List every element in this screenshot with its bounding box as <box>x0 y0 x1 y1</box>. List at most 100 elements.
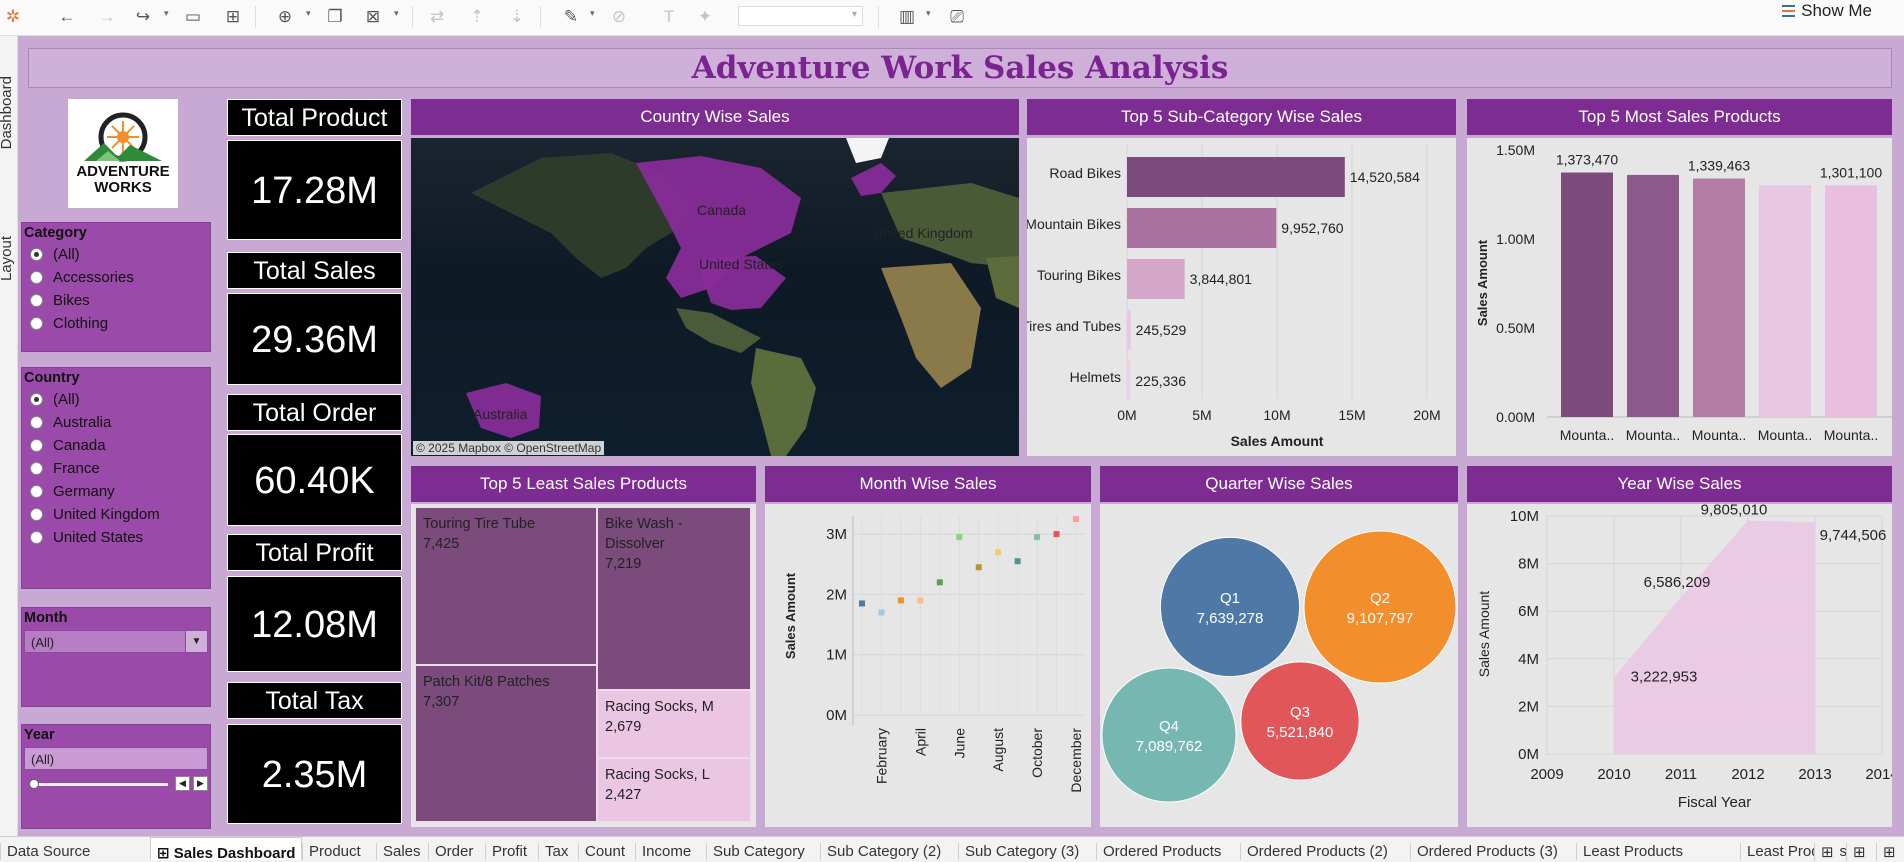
radio-icon[interactable] <box>30 485 43 498</box>
year-slider-handle[interactable] <box>29 779 39 789</box>
radio-icon[interactable] <box>30 508 43 521</box>
country-option-united-kingdom[interactable]: United Kingdom <box>22 503 210 526</box>
duplicate-sheet-icon[interactable]: ❐ <box>322 4 348 30</box>
country-wise-sales-map[interactable]: Canada United States United Kingdom Aust… <box>411 138 1019 456</box>
radio-icon[interactable] <box>30 531 43 544</box>
redo-icon[interactable]: → <box>94 4 120 30</box>
bar[interactable] <box>1127 361 1131 401</box>
data-point[interactable] <box>1053 531 1060 538</box>
radio-icon[interactable] <box>30 439 43 452</box>
country-option-all[interactable]: (All) <box>22 388 210 411</box>
data-point[interactable] <box>897 597 904 604</box>
top-products-bar-chart[interactable]: 0.00M 0.50M 1.00M 1.50M Mounta.. 1,373,470 Mou… <box>1467 138 1892 456</box>
treemap-cell[interactable]: Racing Socks, L 2,427 <box>597 758 751 822</box>
data-point[interactable] <box>1073 516 1079 523</box>
new-worksheet-tab-icon[interactable]: ⊞ <box>1814 843 1840 861</box>
country-option-australia[interactable]: Australia <box>22 411 210 434</box>
sheet-tab-ordered-products-2-[interactable]: Ordered Products (2) <box>1240 843 1394 860</box>
side-tab-dashboard[interactable]: Dashboard <box>0 76 20 149</box>
top-products-chart[interactable]: 0.00M 0.50M 1.00M 1.50M Mounta.. 1,373,470 Mou… <box>1467 138 1892 456</box>
fit-select[interactable] <box>738 6 863 26</box>
data-point[interactable] <box>975 564 982 571</box>
chart-type-dropdown-icon[interactable]: ▾ <box>926 8 931 19</box>
chevron-down-icon[interactable]: ▼ <box>185 631 207 652</box>
sheet-tab-sales[interactable]: Sales <box>376 843 427 860</box>
month-dropdown[interactable]: (All) ▼ <box>24 630 208 653</box>
presentation-icon[interactable]: ⎚ <box>944 4 970 30</box>
new-data-source-icon[interactable]: ⊞ <box>220 4 246 30</box>
new-story-tab-icon[interactable]: ⊞ <box>1876 843 1902 861</box>
sheet-tab-order[interactable]: Order <box>428 843 479 860</box>
bubble[interactable] <box>1240 661 1360 781</box>
subcategory-bar-chart[interactable]: 0M 5M 10M 15M 20M Road Bikes 14,520,584 Mountai… <box>1027 138 1456 456</box>
sheet-tab-tax[interactable]: Tax <box>538 843 574 860</box>
bar[interactable] <box>1127 310 1131 350</box>
bubble[interactable] <box>1159 536 1301 678</box>
quarter-sales-chart[interactable]: Q1 7,639,278 Q2 9,107,797 Q3 5,521,840 Q4 7,089… <box>1100 504 1458 827</box>
new-dashboard-tab-icon[interactable]: ⊞ <box>1846 843 1872 861</box>
previous-year-icon[interactable]: ◀ <box>175 776 190 791</box>
bar[interactable] <box>1693 178 1745 417</box>
area-series[interactable] <box>1614 520 1815 754</box>
category-option-bikes[interactable]: Bikes <box>22 289 210 312</box>
bubble[interactable] <box>1101 667 1237 803</box>
sort-descending-icon[interactable]: ⇣ <box>504 4 530 30</box>
category-option-accessories[interactable]: Accessories <box>22 266 210 289</box>
pin-icon[interactable]: ✦ <box>692 4 718 30</box>
year-slider-track[interactable] <box>32 783 168 786</box>
tableau-logo-icon[interactable]: ✲ <box>0 4 26 30</box>
sheet-tab-sub-category[interactable]: Sub Category <box>706 843 811 860</box>
country-option-france[interactable]: France <box>22 457 210 480</box>
sheet-tab-sub-category-3-[interactable]: Sub Category (3) <box>958 843 1085 860</box>
category-option-all[interactable]: (All) <box>22 243 210 266</box>
sheet-tab-least-products[interactable]: Least Products <box>1576 843 1689 860</box>
side-tab-layout[interactable]: Layout <box>0 236 20 281</box>
bubble[interactable] <box>1303 530 1457 684</box>
swap-icon[interactable]: ⇄ <box>424 4 450 30</box>
country-option-germany[interactable]: Germany <box>22 480 210 503</box>
country-option-united-states[interactable]: United States <box>22 526 210 549</box>
year-input[interactable]: (All) <box>24 747 208 770</box>
month-sales-chart[interactable]: 0M 1M 2M 3M February April June August October De… <box>765 504 1091 827</box>
month-scatter-chart[interactable]: 0M 1M 2M 3M February April June August October De… <box>765 504 1091 827</box>
least-products-treemap[interactable]: Touring Tire Tube 7,425 Bike Wash - Diss… <box>411 504 756 827</box>
replay-dropdown-icon[interactable]: ▾ <box>164 8 169 19</box>
quarter-bubble-chart[interactable]: Q1 7,639,278 Q2 9,107,797 Q3 5,521,840 Q4 7,089… <box>1100 504 1458 827</box>
data-point[interactable] <box>1014 558 1021 565</box>
bar[interactable] <box>1127 157 1345 197</box>
clear-sheet-icon[interactable]: ⊠ <box>360 4 386 30</box>
highlight-dropdown-icon[interactable]: ▾ <box>590 8 595 19</box>
radio-icon[interactable] <box>30 271 43 284</box>
data-point[interactable] <box>917 597 924 604</box>
sheet-tab-data-source[interactable]: Data Source <box>0 843 96 860</box>
sheet-tab-profit[interactable]: Profit <box>485 843 533 860</box>
bar[interactable] <box>1127 208 1277 248</box>
treemap-cell[interactable]: Touring Tire Tube 7,425 <box>415 507 597 665</box>
next-year-icon[interactable]: ▶ <box>193 776 208 791</box>
subcategory-sales-chart[interactable]: 0M 5M 10M 15M 20M Road Bikes 14,520,584 Mountai… <box>1027 138 1456 456</box>
category-option-clothing[interactable]: Clothing <box>22 312 210 335</box>
sheet-tab-sub-category-2-[interactable]: Sub Category (2) <box>820 843 947 860</box>
new-worksheet-icon[interactable]: ⊕ <box>272 4 298 30</box>
sheet-tab-income[interactable]: Income <box>635 843 697 860</box>
sheet-tab-sales-dashboard[interactable]: ⊞ Sales Dashboard <box>150 837 303 862</box>
radio-icon[interactable] <box>30 248 43 261</box>
bar[interactable] <box>1627 174 1679 417</box>
year-area-chart[interactable]: 0M 2M 4M 6M 8M 10M 2009 2010 2011 2012 2013 2014 3,2… <box>1467 504 1892 827</box>
sort-ascending-icon[interactable]: ⇡ <box>464 4 490 30</box>
year-sales-chart[interactable]: 0M 2M 4M 6M 8M 10M 2009 2010 2011 2012 2013 2014 3,2… <box>1467 504 1892 827</box>
radio-icon[interactable] <box>30 294 43 307</box>
treemap-cell[interactable]: Racing Socks, M 2,679 <box>597 690 751 758</box>
show-me-button[interactable]: Show Me <box>1782 0 1872 22</box>
radio-icon[interactable] <box>30 462 43 475</box>
replay-icon[interactable]: ↪ <box>130 4 156 30</box>
year-slider[interactable]: ◀ ▶ <box>24 776 208 792</box>
new-worksheet-dropdown-icon[interactable]: ▾ <box>306 8 311 19</box>
sheet-tab-ordered-products[interactable]: Ordered Products <box>1096 843 1227 860</box>
treemap-cell[interactable]: Bike Wash - Dissolver 7,219 <box>597 507 751 690</box>
chart-type-icon[interactable]: ▥ <box>894 4 920 30</box>
bar[interactable] <box>1759 185 1811 417</box>
data-point[interactable] <box>878 609 885 616</box>
bar[interactable] <box>1561 172 1613 417</box>
data-point[interactable] <box>956 534 963 541</box>
